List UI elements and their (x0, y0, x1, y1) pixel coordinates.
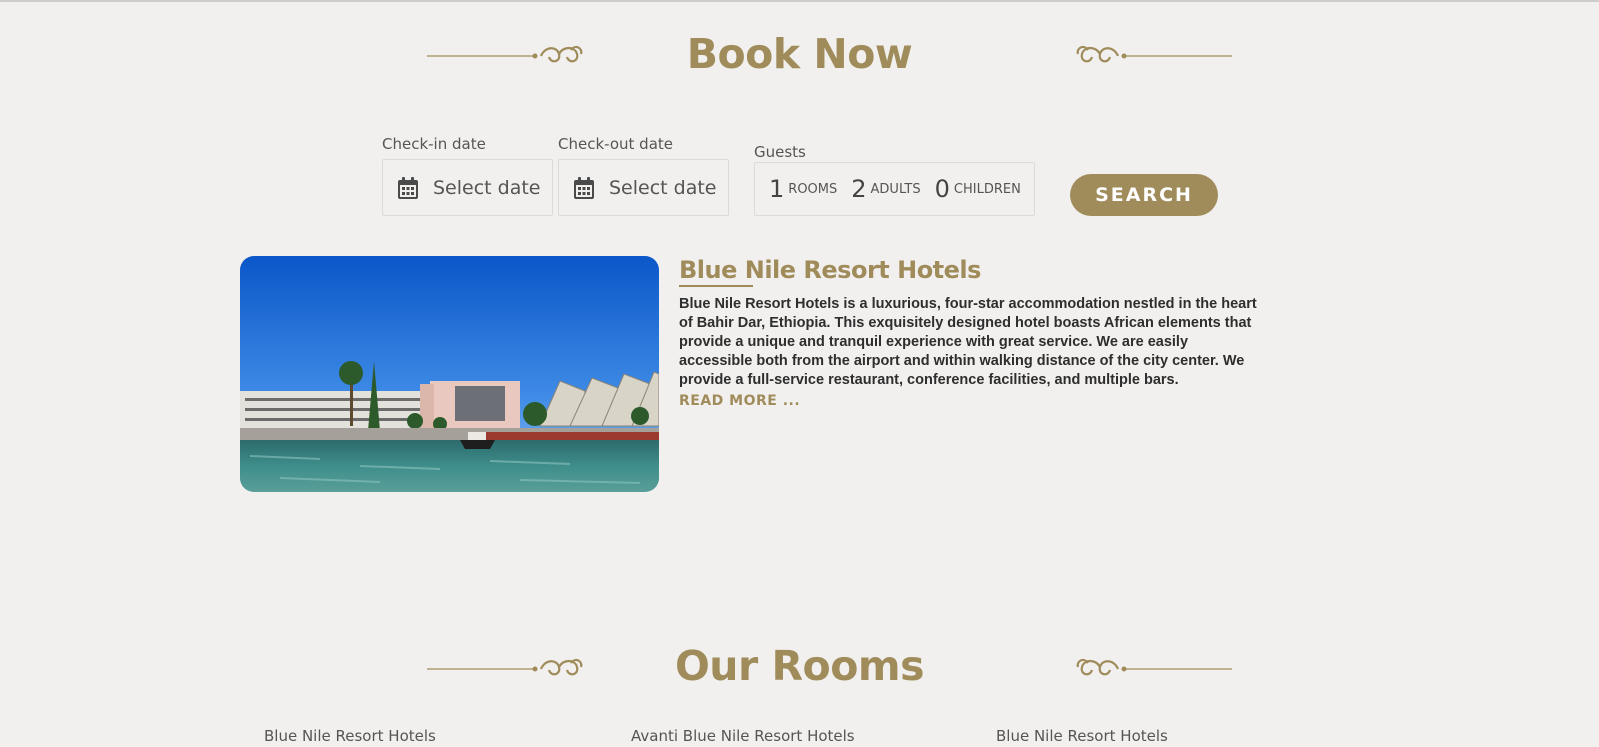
children-count: 0 (934, 175, 950, 203)
rooms-count: 1 (769, 175, 785, 203)
flourish-right-icon (1074, 655, 1234, 681)
room-tab-2[interactable]: Avanti Blue Nile Resort Hotels (631, 727, 855, 745)
checkin-date-field[interactable]: Select date (382, 159, 553, 216)
search-button[interactable]: SEARCH (1070, 174, 1218, 216)
read-more-link[interactable]: READ MORE ... (679, 393, 800, 409)
rooms-label: ROOMS (788, 181, 838, 197)
flourish-right-icon (1074, 42, 1234, 68)
hotel-description: Blue Nile Resort Hotels is a luxurious, … (679, 296, 1257, 388)
room-tab-1[interactable]: Blue Nile Resort Hotels (264, 727, 436, 745)
adults-count: 2 (851, 175, 867, 203)
our-rooms-title: Our Rooms (674, 642, 925, 690)
book-now-title: Book Now (686, 30, 913, 78)
calendar-icon (397, 176, 419, 200)
hotel-name-link[interactable]: Blue Nile Resort Hotels (679, 256, 981, 284)
adults-label: ADULTS (870, 181, 921, 197)
children-label: CHILDREN (953, 181, 1021, 197)
guests-selector[interactable]: 1 ROOMS 2 ADULTS 0 CHILDREN (754, 162, 1035, 216)
hotel-name-underline (679, 285, 753, 287)
checkout-label: Check-out date (558, 135, 673, 153)
checkout-placeholder: Select date (609, 176, 717, 199)
checkin-label: Check-in date (382, 135, 486, 153)
checkout-date-field[interactable]: Select date (558, 159, 729, 216)
hotel-image (240, 256, 659, 492)
checkin-placeholder: Select date (433, 176, 541, 199)
guests-label: Guests (754, 143, 806, 161)
room-tab-3[interactable]: Blue Nile Resort Hotels (996, 727, 1168, 745)
top-divider (0, 0, 1599, 2)
calendar-icon (573, 176, 595, 200)
